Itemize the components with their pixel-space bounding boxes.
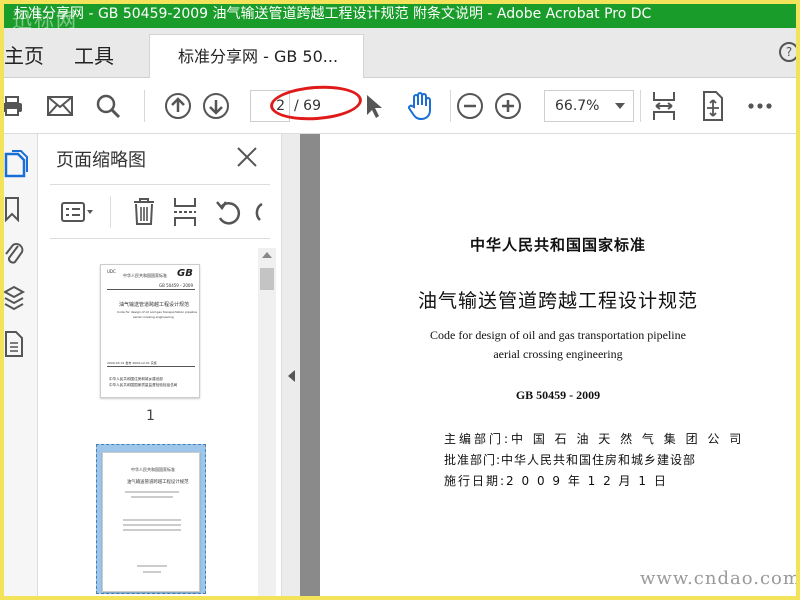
divider [110,196,111,228]
extract-page-icon[interactable] [172,196,198,228]
doc-info-value: 2 0 0 9 年 1 2 月 1 日 [506,474,668,488]
zoom-out-icon[interactable] [456,92,484,120]
thumb-top-left: UDC [107,269,116,274]
text-line [123,519,181,521]
hand-tool-icon[interactable] [406,92,434,121]
zoom-select[interactable]: 66.7% [544,90,634,122]
layers-icon[interactable] [4,284,30,311]
fit-page-icon[interactable] [698,91,726,121]
doc-info-label: 主编部门: [444,432,512,446]
close-icon[interactable] [236,146,258,168]
zoom-in-icon[interactable] [494,92,522,120]
print-icon[interactable] [0,92,26,120]
fit-width-icon[interactable] [650,92,678,120]
toolbar-separator [450,90,451,122]
scroll-up-icon[interactable] [262,252,272,258]
text-line [125,491,179,493]
doc-info-label: 批准部门: [444,453,502,467]
doc-heading: 中华人民共和国国家标准 [469,236,646,254]
doc-info-row: 主编部门:中 国 石 油 天 然 气 集 团 公 司 [444,430,744,447]
text-line [131,496,173,498]
tab-row: 主页 工具 标准分享网 - GB 50... ? [4,28,799,78]
doc-code: GB 50459 - 2009 [515,388,601,402]
panel-title: 页面缩略图 [56,150,146,171]
panel-collapse-strip[interactable] [282,134,300,596]
thumb-code: GB 50459 - 2009 [159,283,194,288]
toolbar-separator [144,90,145,122]
toolbar-separator [640,90,641,122]
tab-tools[interactable]: 工具 [74,40,114,69]
thumbnail-scrollbar[interactable] [258,248,276,596]
rotate-right-icon[interactable] [250,198,264,226]
page-thumbnails-icon[interactable] [4,150,30,178]
text-line [123,529,181,531]
thumb-title-en-2: aerial crossing engineering [133,315,174,319]
text-line [137,565,167,567]
thumb-title-en-1: Code for design of oil and gas transport… [117,310,198,314]
title-bar: 标准分享网 - GB 50459-2009 油气输送管道跨越工程设计规范 附条文… [0,0,800,28]
doc-info-label: 施行日期: [444,474,507,488]
scroll-thumb[interactable] [260,268,274,290]
thumb-header: 中华人民共和国国家标准 [131,467,175,472]
select-cursor-icon[interactable] [360,92,388,120]
bookmark-icon[interactable] [4,196,30,222]
doc-title-cn: 油气输送管道跨越工程设计规范 [417,290,698,312]
email-icon[interactable] [46,92,74,120]
tab-document[interactable]: 标准分享网 - GB 50... [149,34,364,78]
rotate-left-icon[interactable] [214,198,242,226]
doc-title-en-1: Code for design of oil and gas transport… [430,328,686,342]
delete-page-icon[interactable] [132,196,156,226]
page-total: / 69 [294,98,321,114]
help-icon[interactable]: ? [779,42,799,62]
thumb-title-cn: 油气输送管道跨越工程设计规范 [119,302,190,308]
thumb-title-cn: 油气输送管道跨越工程设计规范 [127,480,189,485]
thumbnail-options-icon[interactable] [60,200,96,224]
attachment-icon[interactable] [4,240,30,266]
search-icon[interactable] [94,92,122,120]
doc-info-row: 批准部门:中华人民共和国住房和城乡建设部 [444,451,696,468]
panel-toolbar [38,190,282,234]
watermark-top: 迅标网 [12,8,78,32]
left-icon-rail [4,134,38,596]
tab-home[interactable]: 主页 [4,40,44,69]
doc-title-en-2: aerial crossing engineering [493,347,623,361]
text-line [123,524,181,526]
thumbnail-label: 1 [146,408,155,424]
doc-info-row: 施行日期:2 0 0 9 年 1 2 月 1 日 [444,472,668,489]
collapse-left-icon[interactable] [288,370,295,382]
document-info-icon[interactable] [4,330,30,357]
toolbar: 2 / 69 66.7% [2,78,796,134]
watermark-bottom: www.cndao.com [640,568,800,589]
text-line [143,571,161,573]
page-number-input[interactable]: 2 [250,90,290,122]
divider [107,366,195,367]
previous-page-icon[interactable] [164,92,192,120]
thumb-header: 中华人民共和国国家标准 [123,273,167,278]
more-options-icon[interactable] [746,92,774,120]
doc-info-value: 中 国 石 油 天 然 气 集 团 公 司 [511,432,745,446]
doc-info-value: 中华人民共和国住房和城乡建设部 [501,453,697,467]
document-page: 中华人民共和国国家标准 油气输送管道跨越工程设计规范 Code for desi… [320,134,796,596]
next-page-icon[interactable] [202,92,230,120]
thumbnail-page-2[interactable]: 中华人民共和国国家标准 油气输送管道跨越工程设计规范 [102,452,200,592]
thumb-dates: 2009-03-31 发布 2009-12-01 实施 [107,361,157,365]
thumbnail-page-1[interactable]: UDC 中华人民共和国国家标准 GB GB 50459 - 2009 油气输送管… [100,264,200,398]
divider [50,184,270,185]
chevron-down-icon [615,103,625,109]
divider [50,238,270,239]
thumb-publisher-1: 中华人民共和国住房和城乡建设部 [109,377,163,381]
zoom-value: 66.7% [555,98,600,114]
window-title: 标准分享网 - GB 50459-2009 油气输送管道跨越工程设计规范 附条文… [14,6,652,22]
document-area[interactable]: 中华人民共和国国家标准 油气输送管道跨越工程设计规范 Code for desi… [300,134,796,596]
thumb-publisher-2: 中华人民共和国国家质量监督检验检疫总局 [109,383,178,387]
gb-logo: GB [177,268,193,279]
thumbnails-panel: 页面缩略图 UDC 中华人民共和国国家标准 GB GB 50459 - 2009… [38,134,282,596]
divider [107,289,195,290]
